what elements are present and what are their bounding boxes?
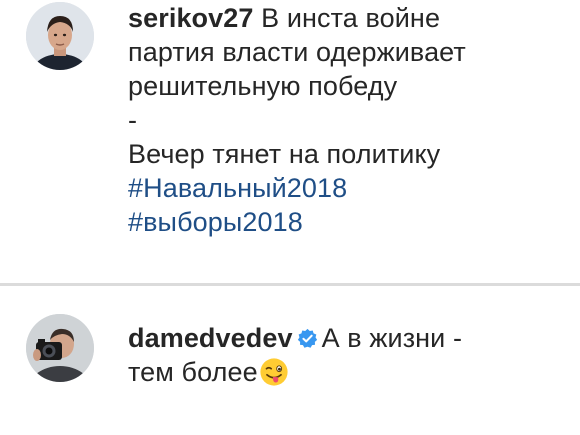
comment-serikov27: serikov27 В инста войне партия власти од… <box>0 0 580 283</box>
comment-line-1: damedvedev А в жизни - <box>128 323 463 353</box>
comment-damedvedev: damedvedev А в жизни - тем более <box>0 286 580 435</box>
comment-line-1: serikov27 В инста войне <box>128 3 441 33</box>
username-serikov27[interactable]: serikov27 <box>128 3 254 33</box>
avatar-photo-damedvedev <box>26 314 94 382</box>
hashtag-vybory2018[interactable]: #выборы2018 <box>128 205 568 239</box>
avatar-damedvedev[interactable] <box>26 314 94 382</box>
comment-line-3: решительную победу <box>128 71 398 101</box>
winking-face-with-tongue-icon <box>260 358 288 386</box>
comment-line-2: тем более <box>128 355 568 389</box>
avatar-serikov27[interactable] <box>26 2 94 70</box>
comment-line-4: - <box>128 105 138 135</box>
username-damedvedev[interactable]: damedvedev <box>128 323 293 353</box>
comment-line-2: партия власти одерживает <box>128 37 466 67</box>
comment-text-damedvedev: damedvedev А в жизни - тем более <box>128 321 568 389</box>
verified-badge-icon <box>297 328 317 348</box>
hashtag-navalny2018[interactable]: #Навальный2018 <box>128 171 568 205</box>
comment-line-5: Вечер тянет на политику <box>128 139 441 169</box>
avatar-photo-serikov27 <box>26 2 94 70</box>
comment-text-serikov27: serikov27 В инста войне партия власти од… <box>128 1 568 239</box>
